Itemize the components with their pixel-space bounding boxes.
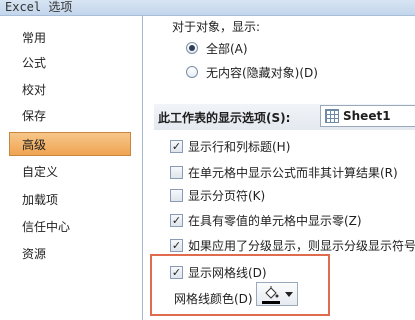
radio-objects-all-label[interactable]: 全部(A) — [206, 40, 248, 57]
checkbox-show-gridlines-label[interactable]: 显示网格线(D) — [188, 264, 267, 281]
checkbox-show-outline-symbols-label[interactable]: 如果应用了分级显示，则显示分级显示符号 — [188, 237, 415, 254]
objects-heading: 对于对象，显示: — [172, 20, 261, 34]
sidebar: 常用 公式 校对 保存 高级 自定义 加载项 信任中心 资源 — [0, 16, 143, 320]
sidebar-item-proofing[interactable]: 校对 — [10, 78, 132, 102]
sheet-display-section-header: 此工作表的显示选项(S): Sheet1 — [154, 104, 415, 130]
sheet-select-dropdown[interactable]: Sheet1 — [320, 105, 415, 127]
gridline-color-picker[interactable] — [256, 282, 298, 306]
gridline-color-label: 网格线颜色(D) — [174, 292, 253, 306]
checkbox-show-page-breaks-label[interactable]: 显示分页符(K) — [188, 187, 265, 204]
sidebar-item-addins[interactable]: 加载项 — [10, 188, 132, 212]
radio-objects-none-label[interactable]: 无内容(隐藏对象)(D) — [206, 64, 318, 81]
sidebar-item-trust-center[interactable]: 信任中心 — [10, 215, 132, 239]
checkbox-show-formulas-label[interactable]: 在单元格中显示公式而非其计算结果(R) — [188, 164, 398, 181]
checkbox-show-zeros-label[interactable]: 在具有零值的单元格中显示零(Z) — [188, 212, 362, 229]
paint-bucket-icon — [265, 286, 279, 299]
checkbox-show-formulas[interactable] — [170, 166, 183, 179]
sidebar-item-resources[interactable]: 资源 — [10, 242, 132, 266]
sidebar-item-save[interactable]: 保存 — [10, 104, 132, 128]
checkbox-show-gridlines[interactable]: ✓ — [170, 266, 183, 279]
title-bar: Excel 选项 — [0, 0, 415, 16]
sheet-select-value: Sheet1 — [343, 109, 391, 123]
sidebar-item-common[interactable]: 常用 — [10, 26, 132, 50]
checkbox-show-page-breaks[interactable] — [170, 189, 183, 202]
worksheet-icon — [325, 109, 339, 123]
window-title: Excel 选项 — [5, 0, 73, 14]
checkbox-show-headers[interactable]: ✓ — [170, 140, 183, 153]
chevron-down-icon — [285, 292, 293, 297]
options-panel: 对于对象，显示: 全部(A) 无内容(隐藏对象)(D) 此工作表的显示选项(S)… — [144, 16, 415, 320]
checkbox-show-outline-symbols[interactable]: ✓ — [170, 239, 183, 252]
radio-objects-none[interactable] — [186, 66, 198, 78]
sidebar-item-customize[interactable]: 自定义 — [10, 160, 132, 184]
sidebar-item-formulas[interactable]: 公式 — [10, 51, 132, 75]
radio-objects-all[interactable] — [186, 42, 198, 54]
checkbox-show-headers-label[interactable]: 显示行和列标题(H) — [188, 138, 290, 155]
sheet-display-heading: 此工作表的显示选项(S): — [158, 111, 291, 125]
sidebar-item-advanced[interactable]: 高级 — [9, 132, 131, 156]
color-swatch-bar — [262, 301, 280, 304]
checkbox-show-zeros[interactable]: ✓ — [170, 214, 183, 227]
